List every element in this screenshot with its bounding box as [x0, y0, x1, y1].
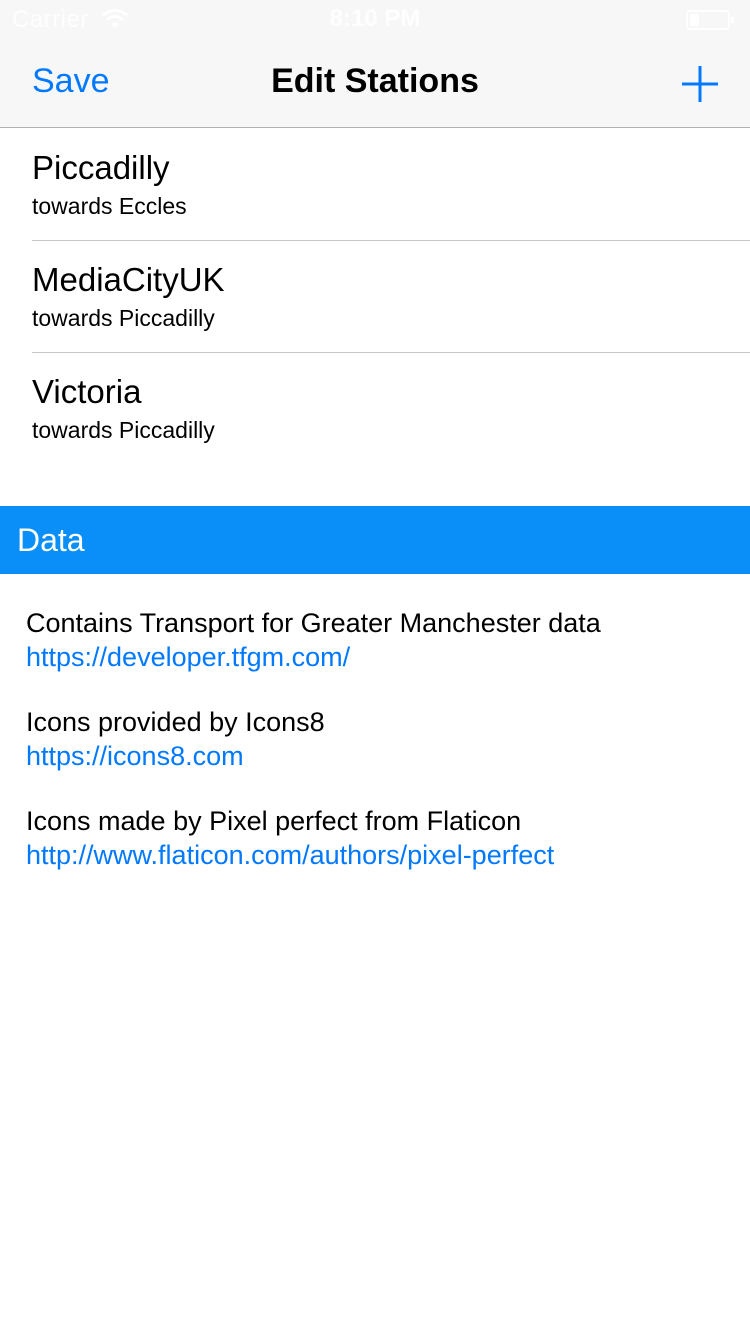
credits-list: Contains Transport for Greater Mancheste… [26, 606, 726, 903]
battery-icon [686, 9, 736, 31]
station-name: Piccadilly [32, 149, 170, 186]
credit-item: Icons made by Pixel perfect from Flatico… [26, 804, 726, 872]
navigation-bar: Save Edit Stations [0, 40, 750, 128]
credit-link[interactable]: https://icons8.com [26, 739, 726, 773]
credit-link[interactable]: http://www.flaticon.com/authors/pixel-pe… [26, 838, 726, 872]
section-header-label: Data [17, 522, 85, 558]
station-row[interactable]: Victoria towards Piccadilly [0, 353, 750, 465]
station-name: MediaCityUK [32, 261, 225, 298]
station-name: Victoria [32, 373, 142, 410]
save-button[interactable]: Save [32, 62, 110, 101]
station-direction: towards Piccadilly [32, 305, 215, 331]
page-title: Edit Stations [271, 62, 479, 100]
status-time: 8:10 PM [329, 5, 421, 32]
status-bar: Carrier 8:10 PM [0, 0, 750, 40]
plus-icon [678, 66, 722, 109]
station-row[interactable]: Piccadilly towards Eccles [0, 129, 750, 241]
data-section-header: Data [0, 506, 750, 574]
credit-text: Contains Transport for Greater Mancheste… [26, 608, 601, 638]
station-row[interactable]: MediaCityUK towards Piccadilly [0, 241, 750, 353]
credit-text: Icons provided by Icons8 [26, 707, 325, 737]
credit-item: Icons provided by Icons8 https://icons8.… [26, 705, 726, 773]
station-list: Piccadilly towards Eccles MediaCityUK to… [0, 129, 750, 465]
credit-text: Icons made by Pixel perfect from Flatico… [26, 806, 522, 836]
credit-link[interactable]: https://developer.tfgm.com/ [26, 640, 726, 674]
station-direction: towards Piccadilly [32, 417, 215, 443]
credit-item: Contains Transport for Greater Mancheste… [26, 606, 726, 674]
station-direction: towards Eccles [32, 193, 187, 219]
add-station-button[interactable] [678, 62, 722, 106]
